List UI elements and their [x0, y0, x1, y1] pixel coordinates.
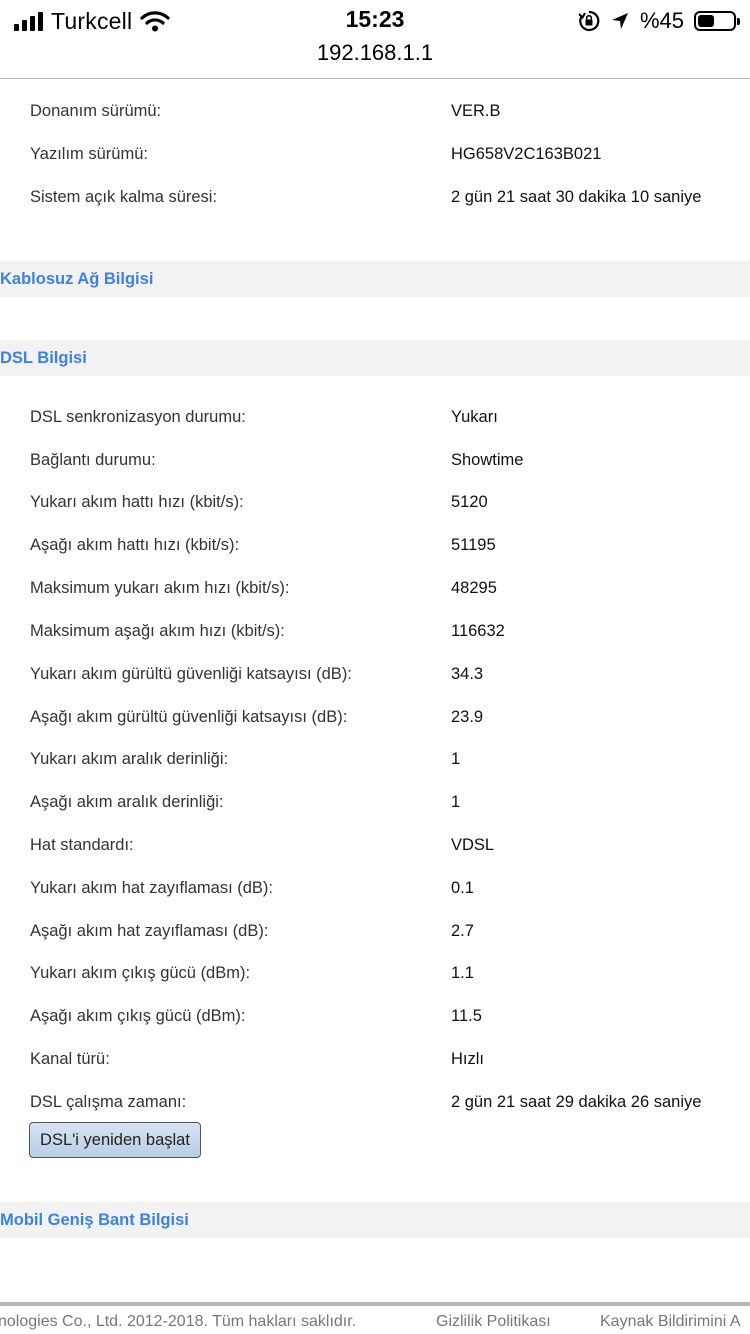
dsl-row: Aşağı akım hattı hızı (kbit/s): 51195: [0, 528, 750, 562]
dsl-row: DSL çalışma zamanı: 2 gün 21 saat 29 daki…: [0, 1085, 750, 1119]
status-right: %45: [578, 6, 740, 36]
row-value: 1: [451, 793, 461, 811]
dsl-row: Yukarı akım hattı hızı (kbit/s): 5120: [0, 485, 750, 519]
info-row: Donanım sürümü: VER.B: [0, 94, 750, 128]
dsl-row: Maksimum yukarı akım hızı (kbit/s): 48295: [0, 571, 750, 605]
dsl-row: Aşağı akım çıkış gücü (dBm): 11.5: [0, 999, 750, 1033]
row-label: Yukarı akım hattı hızı (kbit/s):: [30, 493, 244, 511]
dsl-row: Yukarı akım çıkış gücü (dBm): 1.1: [0, 956, 750, 990]
row-label: Aşağı akım aralık derinliği:: [30, 793, 224, 811]
row-value: VDSL: [451, 836, 495, 854]
battery-percent: %45: [639, 8, 684, 33]
row-label: DSL senkronizasyon durumu:: [30, 408, 246, 426]
section-wireless[interactable]: Kablosuz Ağ Bilgisi: [0, 261, 750, 297]
dsl-row: DSL senkronizasyon durumu: Yukarı: [0, 400, 750, 434]
row-value: Showtime: [451, 451, 524, 469]
row-label: Hat standardı:: [30, 836, 134, 854]
row-value: 11.5: [451, 1007, 482, 1025]
location-icon: [611, 13, 628, 29]
row-value: VER.B: [451, 102, 501, 120]
row-label: Aşağı akım gürültü güvenliği katsayısı (…: [30, 708, 348, 726]
row-value: 116632: [451, 622, 505, 640]
privacy-policy-link[interactable]: Gizlilik Politikası: [436, 1313, 551, 1331]
row-value: 2 gün 21 saat 30 dakika 10 saniye: [451, 188, 702, 206]
row-label: Aşağı akım hat zayıflaması (dB):: [30, 922, 269, 940]
row-value: 0.1: [451, 879, 474, 897]
dsl-row: Bağlantı durumu: Showtime: [0, 443, 750, 477]
section-dsl[interactable]: DSL Bilgisi: [0, 340, 750, 376]
row-label: Yukarı akım aralık derinliği:: [30, 750, 229, 768]
dsl-row: Yukarı akım aralık derinliği: 1: [0, 742, 750, 776]
row-label: Yukarı akım gürültü güvenliği katsayısı …: [30, 665, 352, 683]
row-value: 1: [451, 750, 461, 768]
row-label: Aşağı akım hattı hızı (kbit/s):: [30, 536, 240, 554]
row-value: 23.9: [451, 708, 484, 726]
dsl-row: Maksimum aşağı akım hızı (kbit/s): 116632: [0, 614, 750, 648]
source-report-link[interactable]: Kaynak Bildirimini A: [600, 1313, 741, 1331]
dsl-row: Kanal türü: Hızlı: [0, 1042, 750, 1076]
row-value: 48295: [451, 579, 497, 597]
footer-divider: [0, 1302, 750, 1306]
row-value: 51195: [451, 536, 496, 554]
row-label: Kanal türü:: [30, 1050, 110, 1068]
copyright-text: nologies Co., Ltd. 2012-2018. Tüm haklar…: [0, 1313, 357, 1330]
battery-icon: [694, 11, 740, 31]
row-label: Donanım sürümü:: [30, 102, 162, 120]
info-row: Yazılım sürümü: HG658V2C163B021: [0, 137, 750, 171]
dsl-row: Yukarı akım hat zayıflaması (dB): 0.1: [0, 871, 750, 905]
row-value: 1.1: [451, 964, 474, 982]
section-mobile-broadband[interactable]: Mobil Geniş Bant Bilgisi: [0, 1202, 750, 1238]
dsl-row: Aşağı akım aralık derinliği: 1: [0, 785, 750, 819]
dsl-row: Yukarı akım gürültü güvenliği katsayısı …: [0, 657, 750, 691]
row-label: Bağlantı durumu:: [30, 451, 156, 469]
row-label: DSL çalışma zamanı:: [30, 1093, 187, 1111]
toolbar-divider: [0, 78, 750, 79]
info-row: Sistem açık kalma süresi: 2 gün 21 saat …: [0, 180, 750, 214]
row-label: Yazılım sürümü:: [30, 145, 148, 163]
address-bar-url[interactable]: 192.168.1.1: [0, 40, 750, 66]
row-value: 5120: [451, 493, 488, 511]
row-label: Sistem açık kalma süresi:: [30, 188, 218, 206]
row-value: 2.7: [451, 922, 474, 940]
row-label: Yukarı akım çıkış gücü (dBm):: [30, 964, 251, 982]
row-label: Maksimum aşağı akım hızı (kbit/s):: [30, 622, 285, 640]
row-value: Hızlı: [451, 1050, 484, 1068]
row-label: Maksimum yukarı akım hızı (kbit/s):: [30, 579, 290, 597]
restart-dsl-button[interactable]: DSL'i yeniden başlat: [29, 1122, 201, 1158]
row-value: 2 gün 21 saat 29 dakika 26 saniye: [451, 1093, 702, 1111]
status-bar: Turkcell 15:23 %45: [0, 0, 750, 42]
footer: nologies Co., Ltd. 2012-2018. Tüm haklar…: [0, 1302, 750, 1334]
dsl-row: Hat standardı: VDSL: [0, 828, 750, 862]
row-label: Aşağı akım çıkış gücü (dBm):: [30, 1007, 246, 1025]
section-title[interactable]: Kablosuz Ağ Bilgisi: [0, 270, 153, 289]
section-title[interactable]: DSL Bilgisi: [0, 349, 87, 368]
dsl-row: Aşağı akım gürültü güvenliği katsayısı (…: [0, 700, 750, 734]
section-title[interactable]: Mobil Geniş Bant Bilgisi: [0, 1211, 189, 1230]
row-value: Yukarı: [451, 408, 498, 426]
row-value: 34.3: [451, 665, 484, 683]
row-value: HG658V2C163B021: [451, 145, 602, 163]
dsl-row: Aşağı akım hat zayıflaması (dB): 2.7: [0, 914, 750, 948]
orientation-lock-icon: [578, 10, 600, 32]
row-label: Yukarı akım hat zayıflaması (dB):: [30, 879, 274, 897]
